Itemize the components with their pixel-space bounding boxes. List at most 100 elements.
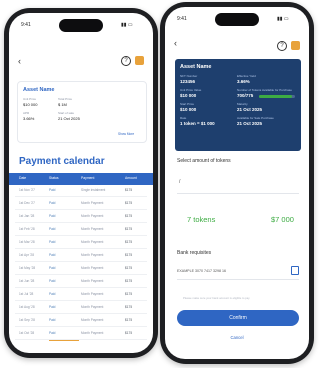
row-status: Paid — [49, 292, 56, 296]
row-date: 1st Apr '28 — [19, 253, 34, 257]
row-amount: $175 — [125, 201, 133, 205]
row-amount: $175 — [125, 279, 133, 283]
cart-icon[interactable] — [291, 41, 300, 50]
row-amount: $175 — [125, 305, 133, 309]
unit-price-value: $10 000 — [23, 102, 38, 107]
nft-label: NFT Number — [180, 74, 198, 78]
card-title: Asset Name — [180, 64, 212, 70]
table-row[interactable]: 1st Dec '27 Paid Month Payment $175 — [9, 198, 153, 210]
row-status: Paid — [49, 266, 56, 270]
maturity-value: 21 Oct 2025 — [237, 107, 263, 112]
bank-field-underline — [177, 279, 299, 280]
start-sale-label: Start of sale — [58, 111, 75, 115]
row-status: Paid — [49, 305, 56, 309]
row-payment: Month Payment — [81, 214, 104, 218]
row-payment: Month Payment — [81, 227, 104, 231]
col-amount[interactable]: Amount — [125, 176, 137, 180]
row-amount: $175 — [125, 292, 133, 296]
row-date: 1st Dec '27 — [19, 201, 35, 205]
tokens-available-label: Number of Tokens Available for Purchase — [237, 88, 292, 92]
table-row[interactable]: 1st May '28 Paid Month Payment $175 — [9, 263, 153, 275]
show-more-link[interactable]: Show More — [118, 132, 134, 136]
info-icon[interactable]: ? — [121, 56, 131, 66]
dynamic-island — [59, 19, 103, 32]
row-status: Paid — [49, 318, 56, 322]
confirm-label: Confirm — [229, 314, 247, 321]
row-date: 1st Aug '28 — [19, 305, 35, 309]
unit-price-label: Unit Price Value — [180, 88, 202, 92]
row-amount: $175 — [125, 331, 133, 335]
back-icon[interactable]: ‹ — [174, 39, 177, 48]
hint-text: Please make sure your bank account is el… — [183, 296, 250, 300]
row-date: 1st Feb '28 — [19, 227, 35, 231]
row-payment: Month Payment — [81, 266, 104, 270]
start-price-value: $10 000 — [180, 107, 197, 112]
start-sale-value: 21 Oct 2025 — [58, 116, 80, 121]
row-status: Paid — [49, 279, 56, 283]
row-date: 1st Nov '27 — [19, 188, 35, 192]
row-payment: Single instalment — [81, 188, 106, 192]
token-cursor[interactable]: / — [179, 180, 180, 185]
rate-value: 1 token = $1 000 — [180, 121, 215, 126]
row-payment: Month Payment — [81, 240, 104, 244]
row-date: 1st Oct '28 — [19, 331, 35, 335]
table-row[interactable]: 1st Sep '28 Paid Month Payment $175 — [9, 315, 153, 327]
token-slider-track[interactable] — [177, 193, 299, 194]
nft-value: 123456 — [180, 79, 196, 84]
row-payment: Month Payment — [81, 331, 104, 335]
rate-label: Rate — [180, 116, 187, 120]
row-payment: Month Payment — [81, 305, 104, 309]
tokens-progress-bar — [259, 95, 295, 98]
col-date[interactable]: Date — [19, 176, 26, 180]
signal-battery-icon: ▮▮ ▭ — [277, 16, 289, 22]
col-status[interactable]: Status — [49, 176, 59, 180]
apr-label: Effective Yield — [237, 74, 256, 78]
table-row[interactable]: 1st Jan '28 Paid Month Payment $175 — [9, 211, 153, 223]
tokens-amount: $7 000 — [271, 215, 294, 224]
start-price-label: Start Price — [180, 102, 195, 106]
table-row[interactable]: 1st Nov '27 Paid Single instalment $175 — [9, 185, 153, 197]
left-phone: 9:41 ▮▮ ▭ ‹ ? Asset Name Unit Price $10 … — [4, 8, 158, 358]
row-amount: $175 — [125, 227, 133, 231]
cancel-link[interactable]: Cancel — [165, 335, 309, 340]
col-payment[interactable]: Payment — [81, 176, 94, 180]
bank-requisites-value[interactable]: EXAMPLE 3070 7417 3298 16 — [177, 269, 226, 274]
payment-table: 1st Nov '27 Paid Single instalment $175 1st… — [9, 185, 153, 353]
back-icon[interactable]: ‹ — [18, 57, 21, 66]
right-phone-screen: 9:41 ▮▮ ▭ ‹ ? Asset Name NFT Number 1234… — [165, 7, 309, 359]
bank-requisites-label: Bank requisites — [177, 250, 212, 256]
row-payment: Month Payment — [81, 201, 104, 205]
row-amount: $175 — [125, 253, 133, 257]
select-amount-label: Select amount of tokens — [177, 158, 231, 164]
row-date: 1st Jan '28 — [19, 214, 35, 218]
row-payment: Month Payment — [81, 253, 104, 257]
asset-summary-card: Asset Name Unit Price $10 000 Total Pric… — [17, 81, 147, 143]
table-row[interactable]: 1st Aug '28 Paid Month Payment $175 — [9, 302, 153, 314]
row-date: 1st May '28 — [19, 266, 36, 270]
table-row[interactable]: 1st Jun '28 Paid Month Payment $175 — [9, 276, 153, 288]
row-status: Paid — [49, 201, 56, 205]
tokens-progress-fill — [259, 95, 292, 98]
total-price-value: $ 1M — [58, 102, 67, 107]
table-row[interactable]: 1st Mar '28 Paid Month Payment $175 — [9, 237, 153, 249]
status-time: 9:41 — [177, 16, 187, 22]
status-time: 9:41 — [21, 22, 31, 28]
maturity-label: Maturity — [237, 102, 248, 106]
apr-value: 3.66% — [23, 116, 35, 121]
confirm-button[interactable]: Confirm — [177, 310, 299, 326]
table-row[interactable]: 1st Oct '28 Paid Month Payment $175 — [9, 328, 153, 340]
row-highlight-bar — [49, 340, 79, 341]
info-icon[interactable]: ? — [277, 41, 287, 51]
row-status: Paid — [49, 331, 56, 335]
signal-battery-icon: ▮▮ ▭ — [121, 22, 133, 28]
table-row[interactable]: 1st Jul '28 Paid Month Payment $175 — [9, 289, 153, 301]
row-payment: Month Payment — [81, 318, 104, 322]
table-header: Date Status Payment Amount — [9, 173, 153, 185]
tokens-count: 7 tokens — [187, 215, 216, 224]
table-row[interactable]: 1st Feb '28 Paid Month Payment $175 — [9, 224, 153, 236]
row-date: 1st Jul '28 — [19, 292, 34, 296]
cart-icon[interactable] — [135, 56, 144, 65]
payment-calendar-title: Payment calendar — [19, 156, 105, 167]
copy-icon[interactable] — [291, 266, 299, 275]
table-row[interactable]: 1st Apr '28 Paid Month Payment $175 — [9, 250, 153, 262]
